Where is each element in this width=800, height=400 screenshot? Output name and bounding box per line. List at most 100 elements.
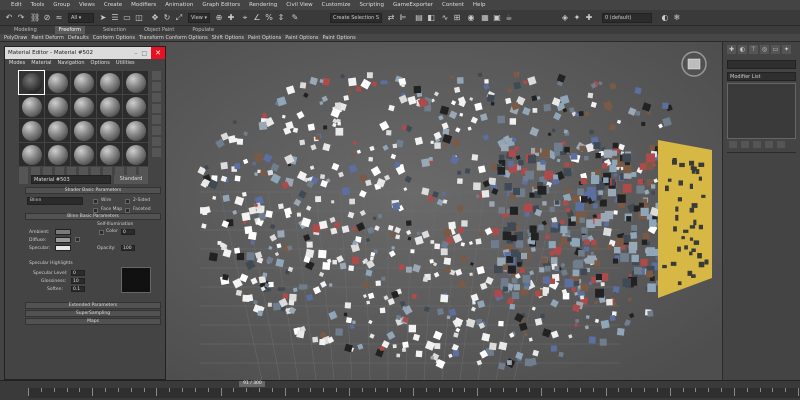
time-slider[interactable]: 91 / 300 [239, 381, 266, 387]
object-name-field[interactable] [727, 60, 796, 69]
material-sample-slot[interactable] [97, 143, 122, 166]
menu-item-views[interactable]: Views [79, 2, 95, 8]
menu-material[interactable]: Material [31, 59, 51, 68]
ambient-color-swatch[interactable] [55, 229, 71, 235]
ribbon-paint-options-2[interactable]: Paint Options [285, 34, 318, 41]
menu-item-scripting[interactable]: Scripting [360, 2, 384, 8]
diffuse-color-swatch[interactable] [55, 237, 71, 243]
menu-item-animation[interactable]: Animation [165, 2, 193, 8]
blinn-basic-parameters-rollout[interactable]: Blinn Basic Parameters [25, 213, 161, 220]
material-sample-slot[interactable] [97, 95, 122, 118]
pin-stack-icon[interactable] [729, 141, 737, 148]
background-icon[interactable] [152, 93, 161, 102]
create-tab-icon[interactable]: ✚ [727, 45, 736, 54]
ribbon-paint-options-3[interactable]: Paint Options [323, 34, 356, 41]
schematic-view-icon[interactable]: ⊞ [452, 13, 462, 23]
ribbon-polydraw[interactable]: PolyDraw [4, 34, 27, 41]
material-sample-slot[interactable] [71, 95, 96, 118]
undo-icon[interactable]: ↶ [4, 13, 14, 23]
material-sample-slot[interactable] [45, 143, 70, 166]
menu-item-modifiers[interactable]: Modifiers [131, 2, 156, 8]
wire-checkbox[interactable] [93, 199, 98, 204]
material-sample-slot[interactable] [71, 143, 96, 166]
ribbon-defaults[interactable]: Defaults [68, 34, 89, 41]
curve-editor-icon[interactable]: ∿ [440, 13, 450, 23]
maps-rollout[interactable]: Maps [25, 318, 161, 325]
configure-modifier-sets-icon[interactable] [777, 141, 785, 148]
unlink-icon[interactable]: ⊘ [42, 13, 52, 23]
menu-item-content[interactable]: Content [442, 2, 464, 8]
menu-modes[interactable]: Modes [9, 59, 25, 68]
material-sample-slot[interactable] [45, 119, 70, 142]
display-tab-icon[interactable]: ▭ [771, 45, 780, 54]
tab-populate[interactable]: Populate [192, 26, 214, 34]
redo-icon[interactable]: ↷ [16, 13, 26, 23]
material-editor-titlebar[interactable]: Material Editor - Material #502 – □ ✕ [5, 47, 165, 59]
menu-item-customize[interactable]: Customize [322, 2, 351, 8]
material-sample-slot[interactable] [123, 71, 148, 94]
material-sample-slot[interactable] [18, 70, 45, 95]
select-object-icon[interactable]: ➤ [98, 13, 108, 23]
mirror-icon[interactable]: ⇄ [386, 13, 396, 23]
backlight-icon[interactable] [152, 82, 161, 91]
tab-freeform[interactable]: Freeform [54, 26, 86, 34]
add-to-layer-icon[interactable]: ✚ [584, 13, 594, 23]
render-setup-icon[interactable]: ▦ [480, 13, 490, 23]
window-crossing-icon[interactable]: ◫ [134, 13, 144, 23]
menu-item-create[interactable]: Create [104, 2, 122, 8]
material-sample-slot[interactable] [123, 143, 148, 166]
menu-item-graph-editors[interactable]: Graph Editors [202, 2, 240, 8]
shader-type-dropdown[interactable]: Blinn [27, 197, 83, 205]
ribbon-shift-options[interactable]: Shift Options [212, 34, 244, 41]
create-layer-icon[interactable]: ✦ [572, 13, 582, 23]
percent-snap-icon[interactable]: % [264, 13, 274, 23]
tab-modeling[interactable]: Modeling [14, 26, 37, 34]
glossiness-value[interactable]: 10 [71, 278, 85, 284]
soften-value[interactable]: 0.1 [71, 286, 85, 292]
ribbon-paint-options-1[interactable]: Paint Options [248, 34, 281, 41]
modifier-list-dropdown[interactable]: Modifier List [727, 72, 796, 81]
ribbon-conform-options[interactable]: Conform Options [93, 34, 135, 41]
specular-level-value[interactable]: 0 [71, 270, 85, 276]
diffuse-map-button[interactable] [75, 237, 80, 242]
material-editor-icon[interactable]: ◉ [466, 13, 476, 23]
menu-navigation[interactable]: Navigation [58, 59, 85, 68]
eyedropper-icon[interactable] [19, 175, 28, 184]
material-sample-slot[interactable] [19, 119, 44, 142]
edit-named-selection-icon[interactable]: ✎ [290, 13, 300, 23]
close-icon[interactable]: ✕ [151, 47, 165, 59]
show-end-result-icon[interactable] [741, 141, 749, 148]
bind-space-warp-icon[interactable]: ≈ [54, 13, 64, 23]
remove-modifier-icon[interactable] [765, 141, 773, 148]
named-selection-set-dropdown[interactable]: Create Selection S [330, 13, 382, 23]
select-by-name-icon[interactable]: ☰ [110, 13, 120, 23]
material-sample-slot[interactable] [45, 95, 70, 118]
material-sample-slot[interactable] [97, 71, 122, 94]
menu-utilities[interactable]: Utilities [116, 59, 135, 68]
options-icon[interactable] [152, 137, 161, 146]
opacity-value[interactable]: 100 [121, 245, 135, 251]
menu-options[interactable]: Options [91, 59, 110, 68]
material-sample-slot[interactable] [123, 95, 148, 118]
rect-selection-icon[interactable]: ▭ [122, 13, 132, 23]
material-sample-slot[interactable] [19, 143, 44, 166]
video-color-check-icon[interactable] [152, 115, 161, 124]
utilities-tab-icon[interactable]: ✦ [782, 45, 791, 54]
ribbon-transform-conform-options[interactable]: Transform Conform Options [139, 34, 208, 41]
material-sample-slot[interactable] [19, 95, 44, 118]
reference-coordinate-dropdown[interactable]: View ▾ [188, 13, 210, 23]
pivot-center-icon[interactable]: ⊕ [214, 13, 224, 23]
menu-item-edit[interactable]: Edit [11, 2, 22, 8]
menu-item-help[interactable]: Help [473, 2, 486, 8]
scene-explorer-icon[interactable]: ▤ [414, 13, 424, 23]
rendered-frame-window-icon[interactable]: ▣ [492, 13, 502, 23]
layer-explorer-icon[interactable]: ◧ [426, 13, 436, 23]
material-sample-slot[interactable] [71, 119, 96, 142]
layer-manager-icon[interactable]: ◈ [560, 13, 570, 23]
shader-basic-parameters-rollout[interactable]: Shader Basic Parameters [25, 187, 161, 194]
track-bar[interactable] [28, 388, 800, 398]
hierarchy-tab-icon[interactable]: ⊤ [749, 45, 758, 54]
tab-object-paint[interactable]: Object Paint [144, 26, 174, 34]
layer-freeze-icon[interactable]: ❄ [672, 13, 682, 23]
maximize-icon[interactable]: □ [141, 50, 147, 57]
